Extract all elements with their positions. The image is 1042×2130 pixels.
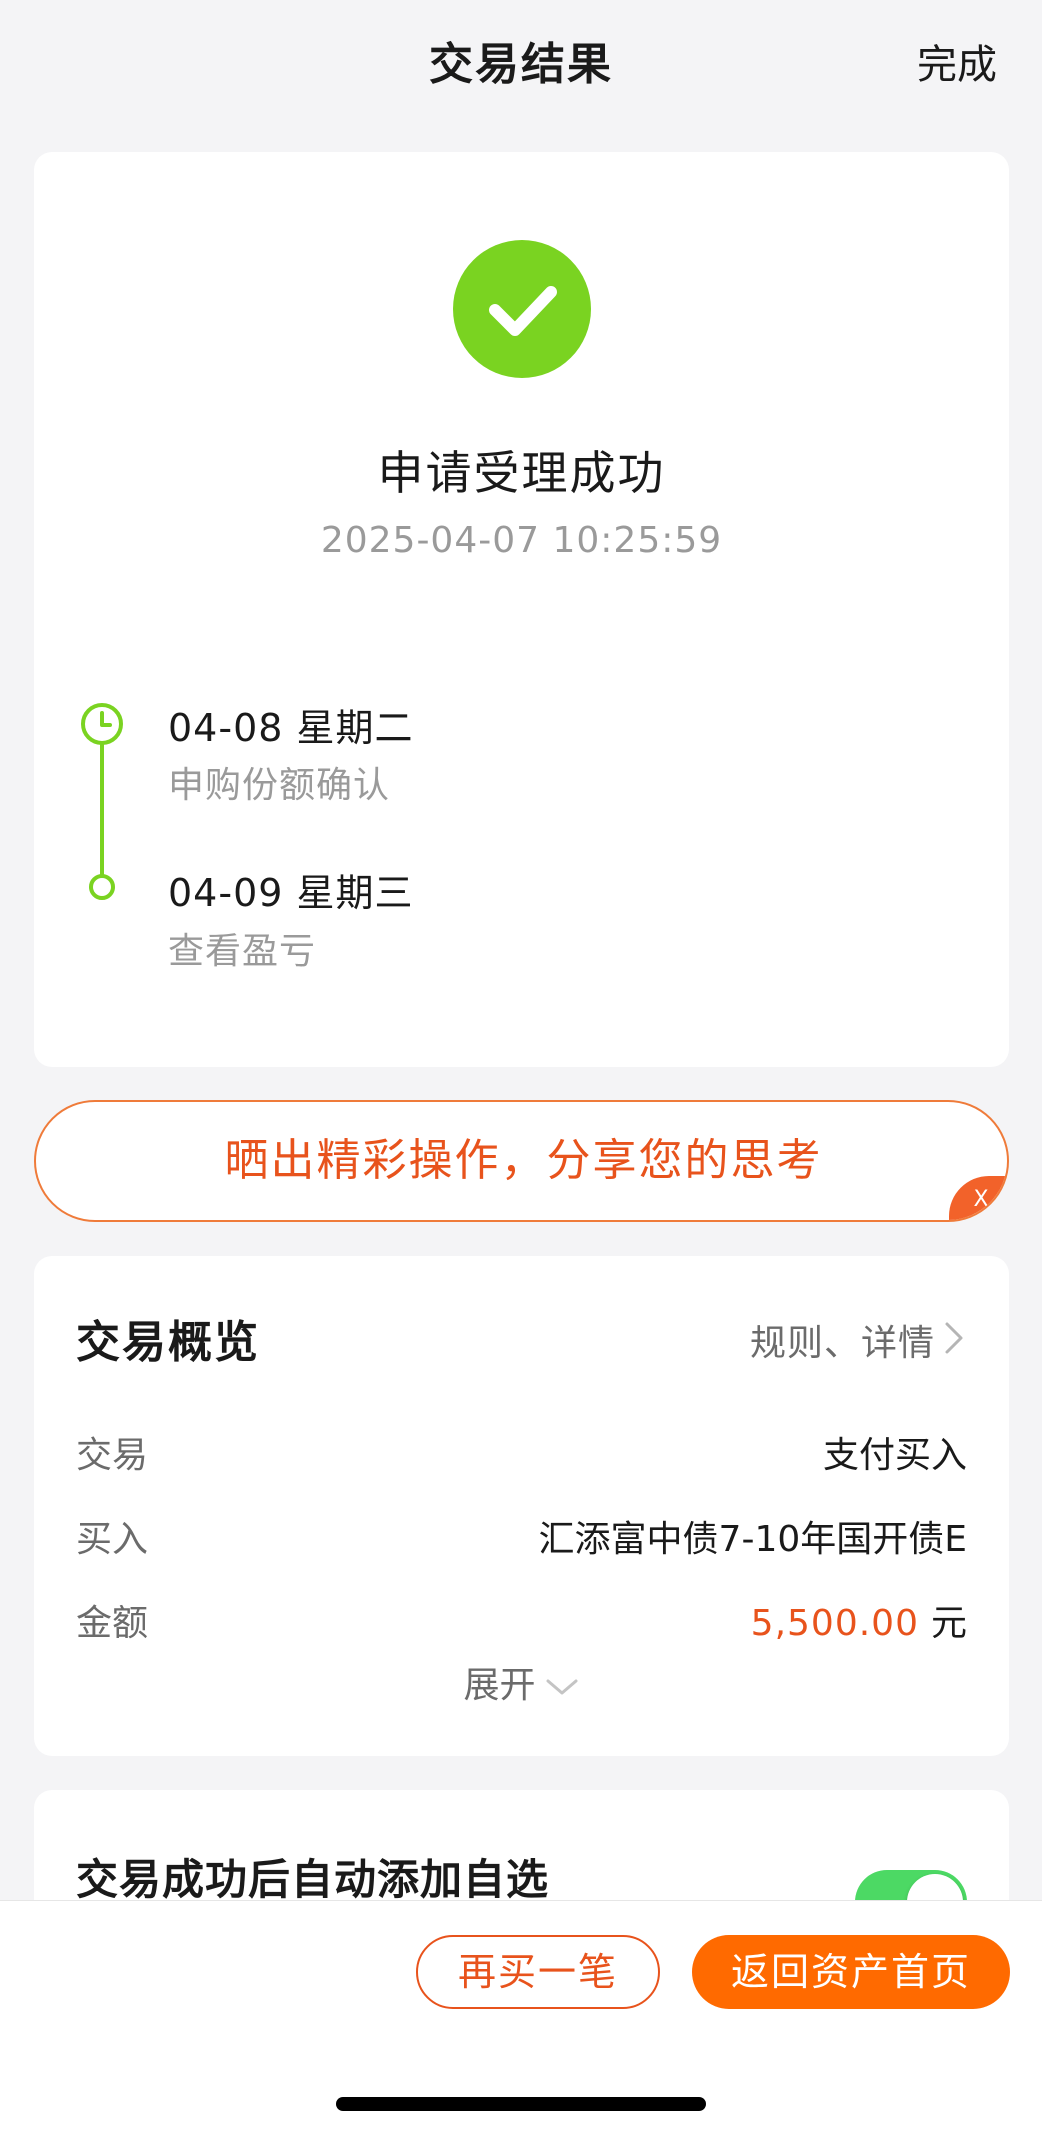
- back-to-assets-button[interactable]: 返回资产首页: [692, 1935, 1010, 2009]
- expand-label[interactable]: 展开: [463, 1665, 535, 1706]
- timeline-desc-1: 申购份额确认: [168, 765, 391, 806]
- overview-card: 交易概览 规则、详情 交易 支付买入 买入 汇添富中债7-10年国开债E 金额 …: [34, 1256, 1009, 1756]
- home-indicator: [336, 2097, 706, 2111]
- dot-icon: [89, 874, 115, 900]
- timeline-date-2: 04-09 星期三: [168, 871, 414, 915]
- page-title: 交易结果: [429, 39, 613, 90]
- nav-header: 交易结果 完成: [0, 0, 1042, 120]
- result-status-title: 申请受理成功: [377, 446, 666, 500]
- clock-icon: [81, 703, 123, 745]
- timeline-desc-2: 查看盈亏: [168, 931, 317, 972]
- result-timestamp: 2025-04-07 10:25:59: [320, 520, 723, 561]
- bottom-action-bar: 再买一笔 返回资产首页: [0, 1900, 1042, 2130]
- row-label-buy: 买入: [76, 1519, 149, 1560]
- check-icon: [453, 240, 591, 378]
- share-banner-text[interactable]: 晒出精彩操作，分享您的思考: [36, 1102, 1007, 1220]
- amount-value: 5,500.00: [750, 1603, 919, 1644]
- auto-add-title: 交易成功后自动添加自选: [76, 1855, 550, 1904]
- chevron-down-icon[interactable]: [544, 1675, 580, 1699]
- expand-button[interactable]: 展开: [34, 1656, 1009, 1708]
- row-value-fund-name: 汇添富中债7-10年国开债E: [538, 1519, 967, 1560]
- done-button[interactable]: 完成: [917, 32, 997, 90]
- timeline-date-1: 04-08 星期二: [168, 706, 414, 750]
- row-value-amount: 5,500.00 元: [751, 1594, 967, 1646]
- row-value-trade: 支付买入: [822, 1435, 967, 1476]
- result-card: 申请受理成功 2025-04-07 10:25:59 04-08 星期二 申购份…: [34, 152, 1009, 1067]
- row-label-trade: 交易: [76, 1435, 149, 1476]
- amount-unit: 元: [930, 1603, 967, 1644]
- share-banner[interactable]: 晒出精彩操作，分享您的思考 X: [34, 1100, 1009, 1222]
- rebuy-button[interactable]: 再买一笔: [416, 1935, 660, 2009]
- overview-title: 交易概览: [76, 1317, 260, 1368]
- trade-result-page: 交易结果 完成 申请受理成功 2025-04-07 10:25:59 04-08…: [0, 0, 1042, 2130]
- rules-details-link[interactable]: 规则、详情: [750, 1314, 935, 1366]
- chevron-right-icon[interactable]: [941, 1318, 969, 1358]
- row-label-amount: 金额: [76, 1603, 149, 1644]
